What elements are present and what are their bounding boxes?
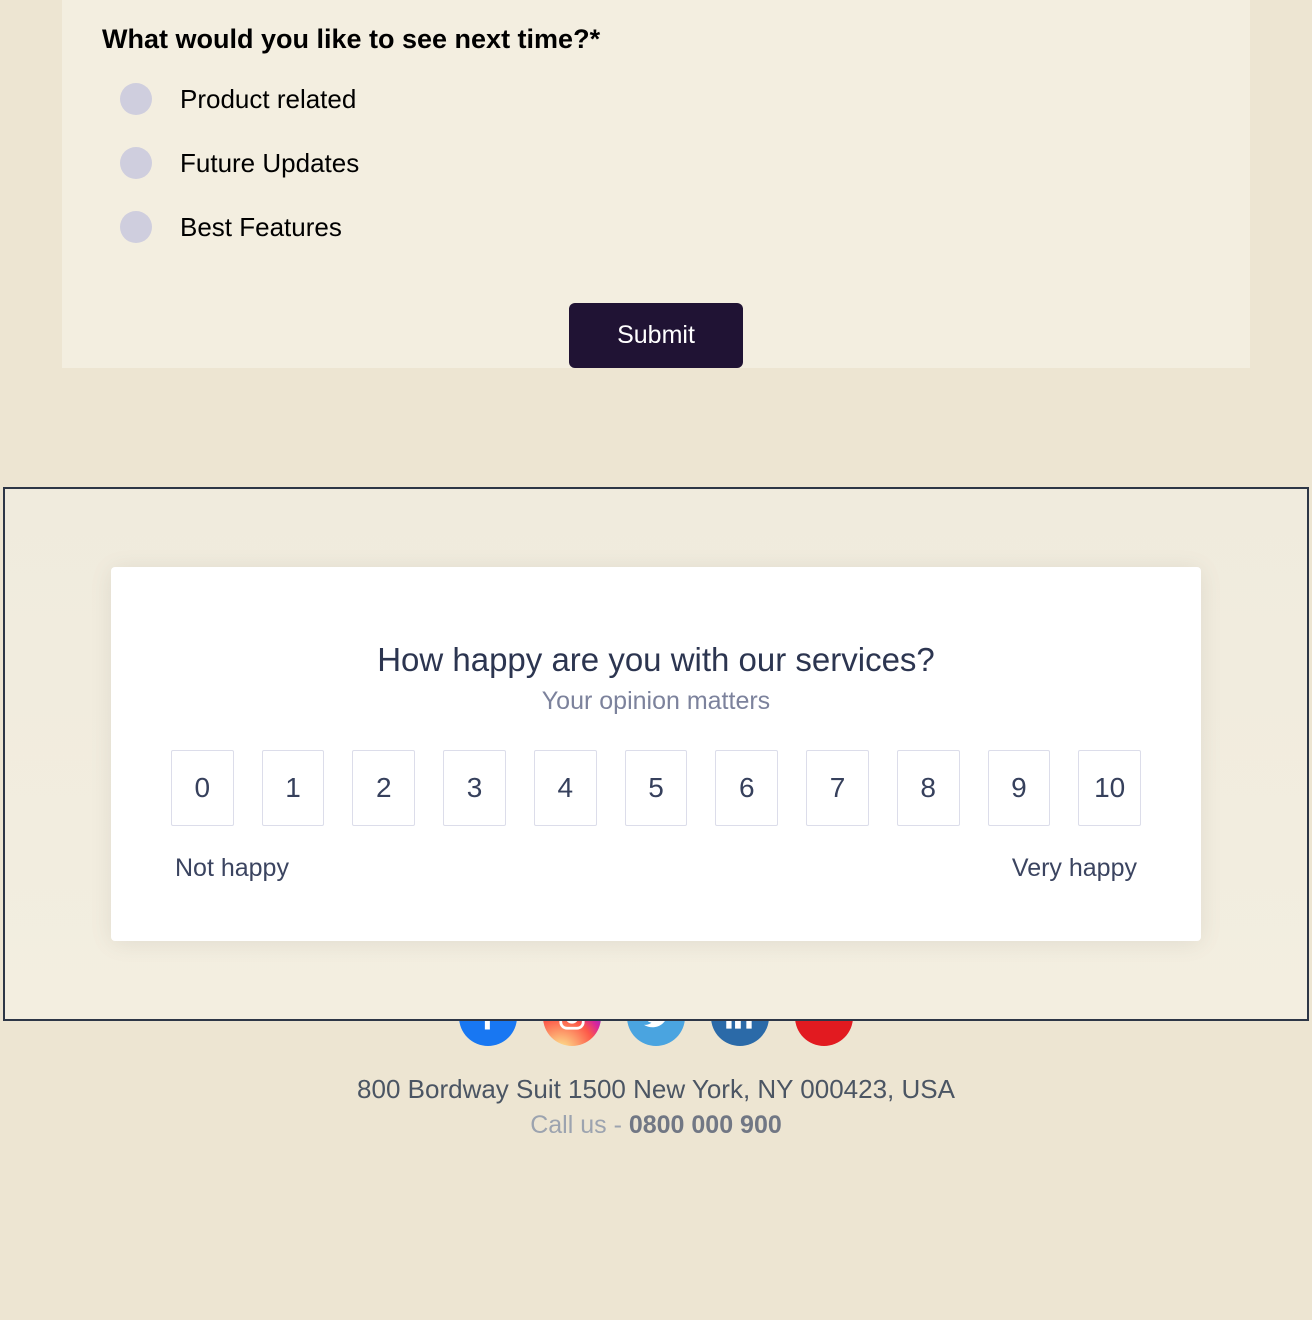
submit-button[interactable]: Submit (569, 303, 743, 368)
nps-high-label: Very happy (1012, 854, 1137, 883)
nps-option-10[interactable]: 10 (1078, 750, 1141, 826)
nps-scale: 0 1 2 3 4 5 6 7 8 9 10 (171, 750, 1141, 826)
nps-option-9[interactable]: 9 (988, 750, 1051, 826)
nps-option-7[interactable]: 7 (806, 750, 869, 826)
nps-option-0[interactable]: 0 (171, 750, 234, 826)
radio-option-label: Future Updates (180, 148, 359, 179)
footer-address: 800 Bordway Suit 1500 New York, NY 00042… (0, 1074, 1312, 1105)
radio-option-product-related[interactable]: Product related (102, 83, 1210, 115)
radio-option-best-features[interactable]: Best Features (102, 211, 1210, 243)
radio-option-label: Best Features (180, 212, 342, 243)
nps-option-8[interactable]: 8 (897, 750, 960, 826)
radio-circle-icon (120, 211, 152, 243)
radio-circle-icon (120, 147, 152, 179)
nps-subtitle: Your opinion matters (171, 687, 1141, 716)
nps-option-4[interactable]: 4 (534, 750, 597, 826)
nps-option-3[interactable]: 3 (443, 750, 506, 826)
footer-call-line: Call us - 0800 000 900 (0, 1111, 1312, 1140)
nps-low-label: Not happy (175, 854, 289, 883)
nps-section: How happy are you with our services? You… (3, 487, 1309, 1021)
nps-card: How happy are you with our services? You… (111, 567, 1201, 941)
radio-circle-icon (120, 83, 152, 115)
question-label: What would you like to see next time?* (102, 24, 1210, 55)
radio-option-label: Product related (180, 84, 356, 115)
radio-option-future-updates[interactable]: Future Updates (102, 147, 1210, 179)
call-number: 0800 000 900 (629, 1111, 782, 1139)
nps-option-1[interactable]: 1 (262, 750, 325, 826)
call-prefix: Call us - (530, 1111, 629, 1139)
nps-option-2[interactable]: 2 (352, 750, 415, 826)
nps-title: How happy are you with our services? (171, 641, 1141, 679)
nps-option-5[interactable]: 5 (625, 750, 688, 826)
nps-option-6[interactable]: 6 (715, 750, 778, 826)
